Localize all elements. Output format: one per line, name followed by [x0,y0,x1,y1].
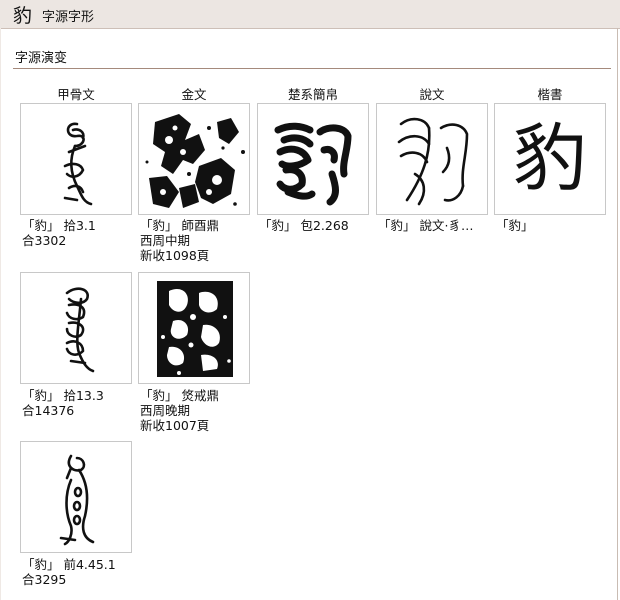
glyph-caption-oracle-3: 「豹」 前4.45.1 合3295 [22,557,116,587]
kaishu-glyph: 豹 [513,116,587,202]
glyph-card-oracle-1[interactable] [20,103,132,215]
column-header-chu: 楚系簡帛 [287,87,338,102]
oracle-bone-glyph-image [63,122,93,206]
glyph-card-bronze-1[interactable] [138,103,250,215]
oracle-bone-glyph-image [59,454,95,546]
glyph-caption-kaishu-1: 「豹」 [496,218,534,233]
section-divider [13,68,611,69]
oracle-bone-glyph-image [65,287,95,373]
title-character: 豹 [13,5,33,27]
glyph-caption-oracle-2: 「豹」 拾13.3 合14376 [22,388,104,418]
column-header-oracle: 甲骨文 [57,87,95,102]
glyph-card-kaishu-1[interactable]: 豹 [494,103,606,215]
glyph-caption-chu-1: 「豹」 包2.268 [259,218,349,233]
glyph-card-bronze-2[interactable] [138,272,250,384]
glyph-card-oracle-2[interactable] [20,272,132,384]
glyph-card-oracle-3[interactable] [20,441,132,553]
glyph-card-shuowen-1[interactable] [376,103,488,215]
bronze-inscription-glyph-image [157,281,233,377]
section-title: 字源演变 [15,51,68,66]
glyph-card-chu-1[interactable] [257,103,369,215]
glyph-caption-bronze-2: 「豹」 焂戒鼎 西周晚期 新收1007頁 [140,388,219,433]
column-header-kaishu: 楷書 [537,87,563,102]
glyph-caption-bronze-1: 「豹」 師酉鼎 西周中期 新收1098頁 [140,218,219,263]
title-bar: 豹 字源字形 [0,0,620,29]
glyph-caption-shuowen-1: 「豹」 說文·豸… [378,218,474,233]
title-label: 字源字形 [42,10,95,25]
column-header-bronze: 金文 [181,87,207,102]
column-header-shuowen: 說文 [419,87,445,102]
bronze-inscription-glyph-image [145,114,245,208]
chu-bamboo-glyph-image [274,122,352,206]
shuowen-seal-glyph-image [397,117,469,206]
glyph-caption-oracle-1: 「豹」 拾3.1 合3302 [22,218,96,248]
